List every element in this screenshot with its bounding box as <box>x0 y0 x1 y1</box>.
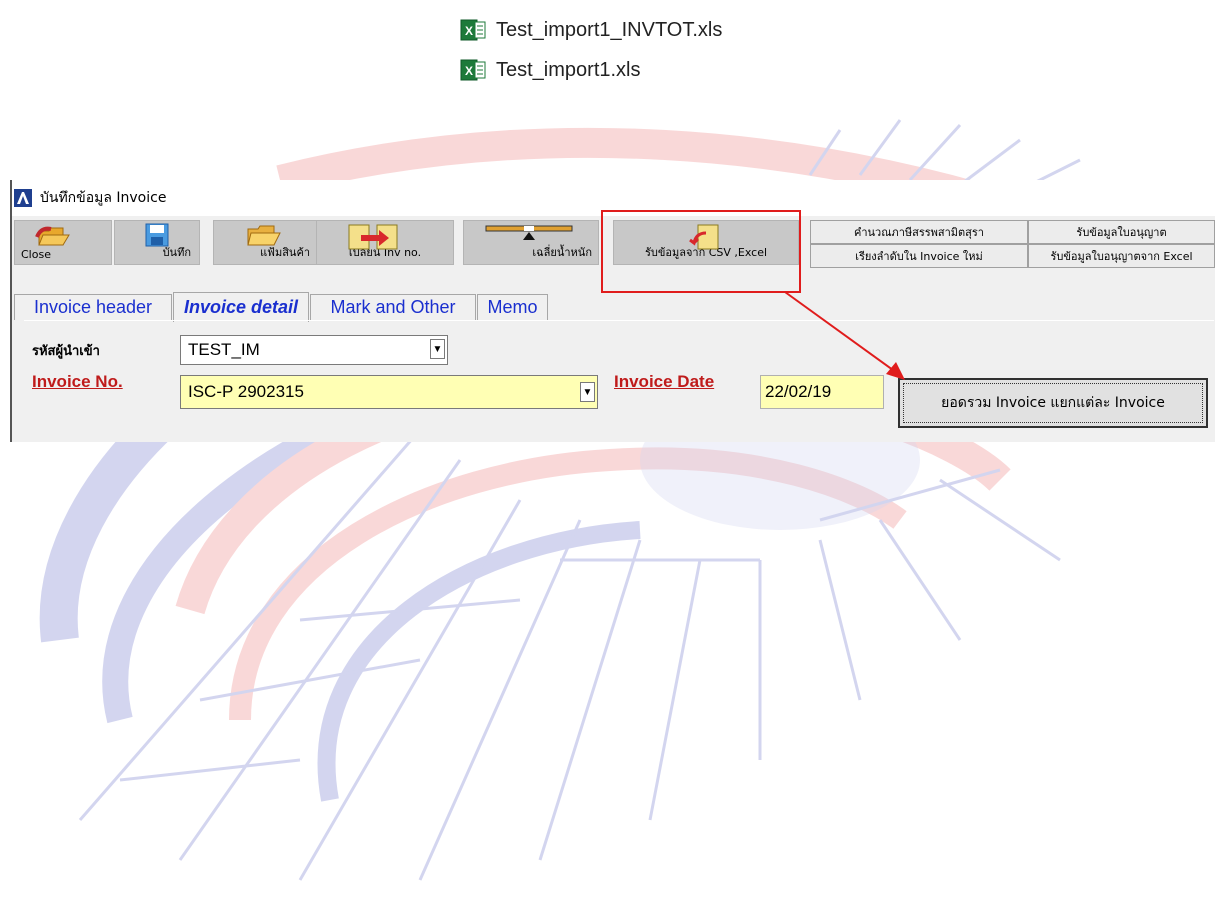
annotation-highlight-box <box>601 210 801 293</box>
open-folder-icon <box>35 226 70 246</box>
invoice-date-field[interactable]: 22/02/19 <box>760 375 884 409</box>
close-label: Close <box>21 248 51 261</box>
invoice-date-label: Invoice Date <box>614 372 715 391</box>
avg-weight-label: เฉลี่ยน้ำหนัก <box>532 246 592 259</box>
tab-invoice-header-label: Invoice header <box>33 297 153 317</box>
reorder-button[interactable]: เรียงลำดับใน Invoice ใหม่ <box>810 244 1028 268</box>
invoice-no-select[interactable]: ISC-P 2902315 ▼ <box>180 375 598 409</box>
importer-value: TEST_IM <box>188 340 260 359</box>
tab-invoice-detail[interactable]: Invoice detail <box>173 292 309 322</box>
save-button[interactable]: บันทึก <box>114 220 200 265</box>
dropdown-arrow-icon[interactable]: ▼ <box>430 339 445 359</box>
reorder-label: เรียงลำดับใน Invoice ใหม่ <box>855 249 983 263</box>
save-disk-icon <box>145 223 169 247</box>
balance-scale-icon <box>485 225 573 240</box>
window-left-border <box>10 180 12 442</box>
excel-file-icon: X <box>460 19 486 41</box>
tab-memo-label: Memo <box>487 297 538 317</box>
invoice-no-label: Invoice No. <box>32 372 123 391</box>
folder-icon <box>247 225 281 246</box>
receive-license-button[interactable]: รับข้อมูลใบอนุญาต <box>1028 220 1215 244</box>
product-file-button[interactable]: แฟ้มสินค้า <box>213 220 319 265</box>
license-excel-button[interactable]: รับข้อมูลใบอนุญาตจาก Excel <box>1028 244 1215 268</box>
file-name: Test_import1_INVTOT.xls <box>496 18 723 41</box>
background-watermark <box>39 119 1141 881</box>
close-button[interactable]: Close <box>14 220 112 265</box>
file-item[interactable]: X Test_import1.xls <box>460 55 641 85</box>
calc-tax-button[interactable]: คำนวณภาษีสรรพสามิตสุรา <box>810 220 1028 244</box>
file-item[interactable]: X Test_import1_INVTOT.xls <box>460 15 722 45</box>
change-inv-button[interactable]: เปลี่ยน Inv no. <box>316 220 454 265</box>
tab-mark-and-other-label: Mark and Other <box>330 297 456 317</box>
tab-divider <box>24 320 1214 321</box>
svg-text:X: X <box>465 64 473 78</box>
swap-document-icon <box>348 224 398 250</box>
invoice-date-value: 22/02/19 <box>765 382 832 401</box>
tab-mark-and-other[interactable]: Mark and Other <box>310 294 476 320</box>
invoice-no-value: ISC-P 2902315 <box>188 382 304 401</box>
invoice-summary-button[interactable]: ยอดรวม Invoice แยกแต่ละ Invoice <box>898 378 1208 428</box>
window-title: บันทึกข้อมูล Invoice <box>40 190 167 206</box>
focus-ring <box>903 383 1203 423</box>
tab-invoice-header[interactable]: Invoice header <box>14 294 172 320</box>
importer-label: รหัสผู้นำเข้า <box>32 344 100 359</box>
calc-tax-label: คำนวณภาษีสรรพสามิตสุรา <box>854 225 984 239</box>
dropdown-arrow-icon[interactable]: ▼ <box>580 382 595 402</box>
tab-memo[interactable]: Memo <box>477 294 548 320</box>
svg-text:X: X <box>465 24 473 38</box>
receive-license-label: รับข้อมูลใบอนุญาต <box>1076 225 1167 239</box>
app-icon <box>14 189 32 207</box>
file-name: Test_import1.xls <box>496 58 641 81</box>
tab-invoice-detail-label: Invoice detail <box>183 297 299 317</box>
avg-weight-button[interactable]: เฉลี่ยน้ำหนัก <box>463 220 599 265</box>
excel-file-icon: X <box>460 59 486 81</box>
license-excel-label: รับข้อมูลใบอนุญาตจาก Excel <box>1050 249 1193 263</box>
importer-select[interactable]: TEST_IM ▼ <box>180 335 448 365</box>
